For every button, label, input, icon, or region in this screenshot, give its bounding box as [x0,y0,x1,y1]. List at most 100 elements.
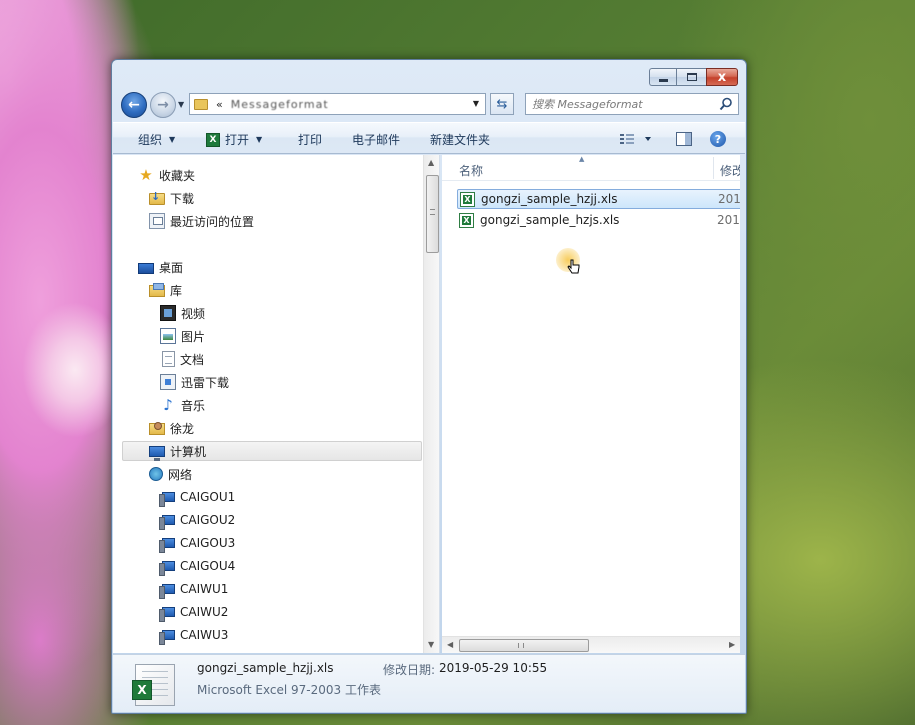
tree-item-label: 文档 [180,352,205,367]
star-icon: ★ [139,166,153,184]
scroll-thumb[interactable] [459,639,589,652]
search-icon[interactable] [719,97,733,111]
tree-item-libraries[interactable]: 库 [149,280,182,300]
column-name-header[interactable]: 名称 [459,162,483,179]
email-label: 电子邮件 [352,133,401,147]
scroll-up-icon[interactable]: ▲ [428,158,434,167]
tree-item-documents[interactable]: 文档 [160,349,204,369]
details-pane: X gongzi_sample_hzjj.xls 修改日期: 2019-05-2… [113,654,745,712]
tree-item-host[interactable]: CAIGOU1 [159,487,235,507]
tree-item-host[interactable]: CAIGOU4 [159,556,236,576]
scroll-left-icon[interactable]: ◀ [447,640,453,649]
tree-item-pictures[interactable]: 图片 [160,326,205,346]
back-button[interactable]: ← [121,92,147,118]
network-computer-icon [159,630,175,645]
file-list-horizontal-scrollbar[interactable]: ◀ ▶ [442,636,740,653]
network-computer-icon [159,515,175,530]
tree-item-label: CAIWU3 [180,628,229,642]
email-button[interactable]: 电子邮件 [352,131,400,148]
file-row[interactable]: X gongzi_sample_hzjs.xls 201 [457,210,740,230]
tree-item-label: 迅雷下载 [181,375,230,390]
file-row[interactable]: X gongzi_sample_hzjj.xls 201 [457,189,740,209]
tree-item-label: 桌面 [159,260,184,275]
file-date: 201 [718,192,740,206]
tree-item-host[interactable]: CAIWU1 [159,579,228,599]
excel-file-icon: X [460,191,475,207]
picture-icon [160,328,176,344]
new-folder-button[interactable]: 新建文件夹 [430,131,490,148]
tree-item-host[interactable]: CAIWU3 [159,625,229,645]
tree-item-network[interactable]: 网络 [149,464,192,484]
caption-buttons: x [649,68,738,86]
file-name: gongzi_sample_hzjj.xls [481,192,618,206]
user-folder-icon [149,422,165,435]
recent-pages-dropdown[interactable]: ▼ [178,100,184,109]
tree-item-recent[interactable]: 最近访问的位置 [149,211,254,231]
tree-item-downloads[interactable]: 下载 [149,188,194,208]
refresh-icon: ⇆ [496,96,508,112]
preview-pane-icon[interactable] [676,132,692,146]
address-path[interactable]: Messageformat [231,98,461,111]
detail-modified-label: 修改日期: [383,663,436,677]
chevron-down-icon[interactable]: ▼ [473,99,479,108]
tree-item-label: 音乐 [181,398,206,413]
detail-file-type: Microsoft Excel 97-2003 工作表 [197,683,381,697]
tree-item-computer[interactable]: 计算机 [122,441,422,461]
address-bar[interactable]: « Messageformat ▼ [189,93,486,115]
file-date: 201 [717,213,740,227]
library-icon [149,283,165,297]
file-list-pane: 名称 ▲ 修改 X gongzi_sample_hzjj.xls 201 X g… [442,155,740,653]
sort-ascending-icon: ▲ [579,155,585,163]
open-label: 打开 [225,133,250,147]
search-box[interactable] [525,93,739,115]
new-folder-label: 新建文件夹 [430,133,491,147]
organize-button[interactable]: 组织 ▼ [138,131,175,148]
download-manager-icon [160,374,176,390]
tree-item-user[interactable]: 徐龙 [149,418,194,438]
refresh-button[interactable]: ⇆ [490,93,514,115]
network-computer-icon [159,538,175,553]
tree-item-favorites[interactable]: ★ 收藏夹 [138,165,195,185]
tree-item-host[interactable]: CAIGOU2 [159,510,235,530]
excel-icon: X [206,132,220,147]
close-button[interactable]: x [706,68,738,86]
scroll-right-icon[interactable]: ▶ [729,640,735,649]
maximize-button[interactable] [676,68,706,86]
scroll-thumb[interactable] [426,175,439,253]
tree-item-label: CAIGOU4 [180,559,236,573]
document-icon [162,351,175,367]
change-view-icon[interactable] [619,133,655,145]
maximize-icon [686,73,697,81]
chevron-double-left-icon[interactable]: « [216,98,223,111]
network-computer-icon [159,584,175,599]
tree-item-label: CAIWU2 [180,605,229,619]
minimize-button[interactable] [649,68,676,86]
network-computer-icon [159,492,175,507]
print-label: 打印 [298,133,323,147]
column-divider[interactable] [713,157,714,179]
tree-item-music[interactable]: ♪ 音乐 [160,395,205,415]
caret-down-icon: ▼ [169,135,176,144]
scroll-down-icon[interactable]: ▼ [428,640,434,649]
open-button[interactable]: X 打开 ▼ [206,131,262,148]
tree-item-host[interactable]: CAIWU2 [159,602,229,622]
arrow-right-icon: → [157,97,169,113]
print-button[interactable]: 打印 [298,131,322,148]
recent-places-icon [149,213,165,229]
tree-item-xunlei[interactable]: 迅雷下载 [160,372,229,392]
detail-file-name: gongzi_sample_hzjj.xls [197,661,334,675]
organize-label: 组织 [138,133,163,147]
tree-item-label: 下载 [170,191,195,206]
help-icon[interactable]: ? [710,131,726,147]
tree-item-label: 徐龙 [170,421,195,436]
search-input[interactable] [532,97,717,111]
video-icon [160,305,176,321]
tree-item-videos[interactable]: 视频 [160,303,205,323]
tree-item-host[interactable]: CAIGOU3 [159,533,235,553]
tree-item-desktop[interactable]: 桌面 [138,257,183,277]
forward-button[interactable]: → [150,92,176,118]
column-modified-header[interactable]: 修改 [720,162,740,179]
detail-modified-value: 2019-05-29 10:55 [439,661,548,675]
navigation-pane: ★收藏夹 下载 最近访问的位置 桌面 库 视频 图片 文档 迅雷下载 ♪音乐 徐 [113,155,440,653]
nav-scrollbar[interactable]: ▲ ▼ [423,155,439,653]
